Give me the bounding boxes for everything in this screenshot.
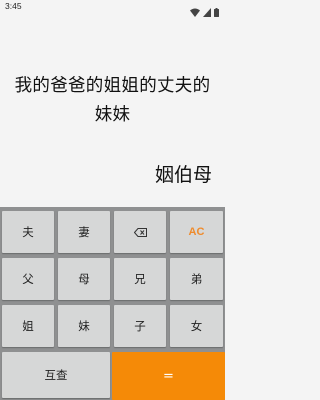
status-bar: 3:45 <box>0 0 225 17</box>
battery-icon <box>214 2 219 21</box>
key-son[interactable]: 子 <box>114 305 166 347</box>
backspace-icon <box>133 227 147 237</box>
clear-all-button[interactable]: AC <box>170 211 223 253</box>
result-display: 姻伯母 <box>154 164 212 186</box>
key-mother[interactable]: 母 <box>58 258 110 300</box>
mutual-lookup-button[interactable]: 互查 <box>2 352 110 398</box>
key-wife[interactable]: 妻 <box>58 211 110 253</box>
expression-display: 我的爸爸的姐姐的丈夫的妹妹 <box>14 76 211 125</box>
status-time: 3:45 <box>5 1 22 11</box>
status-icons <box>190 2 219 21</box>
key-father[interactable]: 父 <box>2 258 54 300</box>
keypad: 夫 妻 AC 父 母 兄 弟 姐 妹 子 女 互查 = <box>0 207 225 400</box>
equals-button[interactable]: = <box>112 352 225 400</box>
key-younger-sister[interactable]: 妹 <box>58 305 110 347</box>
key-elder-brother[interactable]: 兄 <box>114 258 166 300</box>
backspace-button[interactable] <box>114 211 166 253</box>
key-daughter[interactable]: 女 <box>170 305 223 347</box>
key-younger-brother[interactable]: 弟 <box>170 258 223 300</box>
key-elder-sister[interactable]: 姐 <box>2 305 54 347</box>
cellular-signal-icon <box>203 2 211 21</box>
key-husband[interactable]: 夫 <box>2 211 54 253</box>
wifi-icon <box>190 2 200 21</box>
